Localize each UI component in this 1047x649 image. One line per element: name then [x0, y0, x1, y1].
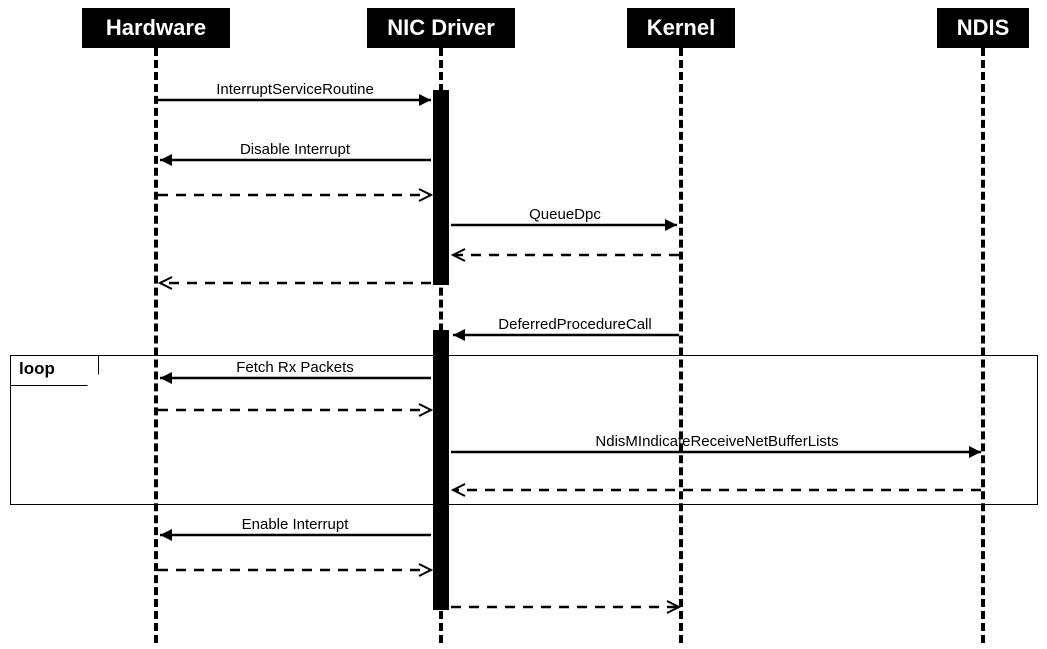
lifeline-hardware [154, 48, 158, 643]
participant-hardware-label: Hardware [106, 15, 206, 41]
participant-kernel-label: Kernel [647, 15, 715, 41]
msg-queue-dpc: QueueDpc [529, 206, 601, 223]
participant-kernel: Kernel [627, 8, 735, 48]
msg-isr: InterruptServiceRoutine [216, 81, 374, 98]
participant-ndis: NDIS [937, 8, 1029, 48]
activation-nic-isr [433, 90, 449, 285]
msg-disable-interrupt: Disable Interrupt [240, 141, 350, 158]
loop-tag: loop [11, 356, 99, 386]
loop-label: loop [19, 359, 55, 378]
loop-fragment: loop [10, 355, 1038, 505]
msg-fetch-rx: Fetch Rx Packets [236, 359, 354, 376]
participant-ndis-label: NDIS [957, 15, 1010, 41]
msg-ndis-indicate: NdisMIndicateReceiveNetBufferLists [595, 433, 838, 450]
msg-dpc: DeferredProcedureCall [498, 316, 651, 333]
lifeline-kernel [679, 48, 683, 643]
participant-nic-driver: NIC Driver [367, 8, 515, 48]
participant-nic-driver-label: NIC Driver [387, 15, 495, 41]
msg-enable-interrupt: Enable Interrupt [242, 516, 349, 533]
lifeline-ndis [981, 48, 985, 643]
participant-hardware: Hardware [82, 8, 230, 48]
